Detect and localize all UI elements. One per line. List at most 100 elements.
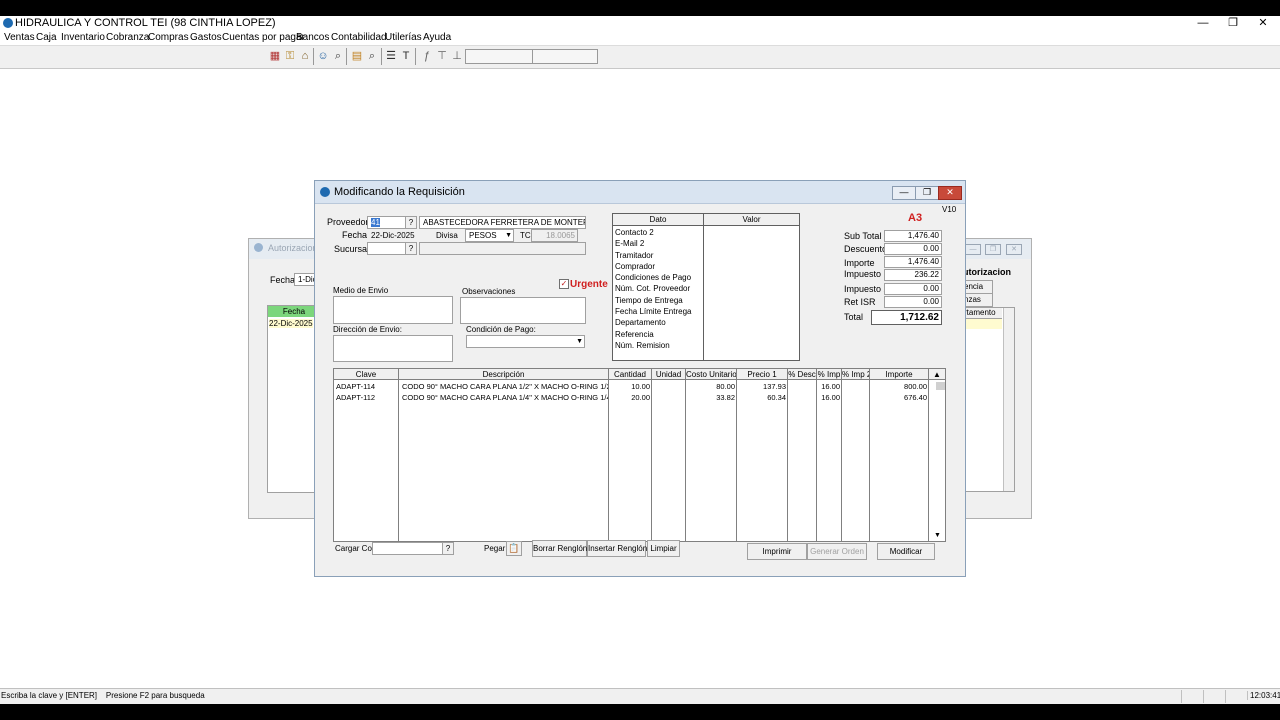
menu-contabilidad[interactable]: Contabilidad <box>331 32 387 43</box>
menu-caja[interactable]: Caja <box>36 32 57 43</box>
scrollbar-thumb[interactable] <box>936 382 945 390</box>
menu-gastos[interactable]: Gastos <box>190 32 222 43</box>
tool-icon[interactable]: ⊤ <box>435 49 449 63</box>
grid-scrollbar[interactable] <box>1003 308 1014 491</box>
insertar-renglon-button[interactable]: Insertar Renglón <box>587 540 647 557</box>
app-restore-button[interactable]: ❐ <box>1218 16 1248 31</box>
row2-cantidad[interactable]: 20.00 <box>609 392 650 403</box>
text-icon[interactable]: T <box>399 49 413 63</box>
dialog-close-button[interactable]: ✕ <box>938 186 962 200</box>
info-row-referencia[interactable]: Referencia <box>615 329 691 340</box>
minimize-icon[interactable]: — <box>965 244 981 255</box>
tool2-icon[interactable]: ⊥ <box>450 49 464 63</box>
info-row-tramitador[interactable]: Tramitador <box>615 250 691 261</box>
borrar-renglon-button[interactable]: Borrar Renglón <box>532 540 587 557</box>
col-header-precio1[interactable]: Precio 1 <box>737 369 788 380</box>
proveedor-search-button[interactable]: ? <box>405 216 417 229</box>
menu-inventario[interactable]: Inventario <box>61 32 105 43</box>
modificar-button[interactable]: Modificar <box>877 543 935 560</box>
info-row-departamento[interactable]: Departamento <box>615 317 691 328</box>
generar-orden-button[interactable]: Generar Orden <box>807 543 867 560</box>
info-row-tiempo-entrega[interactable]: Tiempo de Entrega <box>615 295 691 306</box>
col-header-imp2[interactable]: % Imp 2 <box>842 369 870 380</box>
col-header-unidad[interactable]: Unidad <box>652 369 686 380</box>
row2-importe[interactable]: 676.40 <box>870 392 927 403</box>
app-minimize-button[interactable]: — <box>1188 16 1218 31</box>
dialog-minimize-button[interactable]: — <box>892 186 916 200</box>
row2-unidad[interactable] <box>652 392 684 403</box>
row1-imp2[interactable] <box>842 381 868 392</box>
row1-clave[interactable]: ADAPT-114 <box>336 381 398 392</box>
col-header-descripcion[interactable]: Descripción <box>399 369 609 380</box>
row2-clave[interactable]: ADAPT-112 <box>336 392 398 403</box>
row2-imp2[interactable] <box>842 392 868 403</box>
tab-nzas[interactable]: nzas <box>963 293 993 307</box>
toolbar-field-2[interactable] <box>532 49 598 64</box>
sucursal-search-button[interactable]: ? <box>405 242 417 255</box>
formula-icon[interactable]: ƒ <box>420 49 434 63</box>
grid-row-date[interactable]: 22-Dic-2025 <box>269 319 313 328</box>
dialog-restore-button[interactable]: ❐ <box>915 186 939 200</box>
row1-precio[interactable]: 137.93 <box>737 381 786 392</box>
toolbar-field-1[interactable] <box>465 49 533 64</box>
close-icon[interactable]: ✕ <box>1006 244 1022 255</box>
menu-cobranza[interactable]: Cobranza <box>106 32 149 43</box>
row1-imp[interactable]: 16.00 <box>817 381 840 392</box>
row2-desc[interactable] <box>788 392 815 403</box>
row2-precio[interactable]: 60.34 <box>737 392 786 403</box>
direccion-envio-textarea[interactable] <box>333 335 453 362</box>
cargar-cot-field[interactable] <box>372 542 443 555</box>
search-icon[interactable]: ⌕ <box>331 49 345 63</box>
restore-icon[interactable]: ❐ <box>985 244 1001 255</box>
row1-unidad[interactable] <box>652 381 684 392</box>
col-header-desc[interactable]: % Desc <box>788 369 817 380</box>
urgente-checkbox[interactable]: ✓ <box>559 279 569 289</box>
info-row-fecha-limite[interactable]: Fecha Límite Entrega <box>615 306 691 317</box>
observaciones-textarea[interactable] <box>460 297 586 324</box>
background-window-left[interactable]: Autorizacion Fecha 1-Dic Fecha 22-Dic-20… <box>248 238 321 519</box>
scroll-down-icon[interactable]: ▼ <box>930 531 945 541</box>
paste-icon[interactable]: 📋 <box>506 541 522 556</box>
user-icon[interactable]: ☺ <box>316 49 330 63</box>
row2-imp[interactable]: 16.00 <box>817 392 840 403</box>
info-row-num-cot[interactable]: Núm. Cot. Proveedor <box>615 283 691 294</box>
col-header-imp[interactable]: % Imp <box>817 369 842 380</box>
row1-importe[interactable]: 800.00 <box>870 381 927 392</box>
info-row-comprador[interactable]: Comprador <box>615 261 691 272</box>
row1-costo[interactable]: 80.00 <box>686 381 735 392</box>
medio-envio-textarea[interactable] <box>333 296 453 324</box>
home-icon[interactable]: ⌂ <box>298 49 312 63</box>
boxes-icon[interactable]: ▤ <box>350 49 364 63</box>
proveedor-code-field[interactable]: 41 <box>367 216 408 229</box>
col-header-clave[interactable]: Clave <box>334 369 399 380</box>
grid-row-selected[interactable] <box>964 319 1002 329</box>
col-header-importe[interactable]: Importe <box>870 369 929 380</box>
imprimir-button[interactable]: Imprimir <box>747 543 807 560</box>
info-row-email2[interactable]: E-Mail 2 <box>615 238 691 249</box>
divisa-select[interactable]: PESOS ▼ <box>465 229 514 242</box>
info-row-condiciones-pago[interactable]: Condiciones de Pago <box>615 272 691 283</box>
calculator-icon[interactable]: ▦ <box>268 49 282 63</box>
row2-descripcion[interactable]: CODO 90° MACHO CARA PLANA 1/4" X MACHO O… <box>402 392 608 403</box>
col-header-cantidad[interactable]: Cantidad <box>609 369 652 380</box>
menu-utilerias[interactable]: Utilerías <box>385 32 422 43</box>
list-icon[interactable]: ☰ <box>384 49 398 63</box>
row2-costo[interactable]: 33.82 <box>686 392 735 403</box>
info-row-contacto2[interactable]: Contacto 2 <box>615 227 691 238</box>
scroll-up-icon[interactable]: ▲ <box>929 369 945 380</box>
row1-desc[interactable] <box>788 381 815 392</box>
menu-ventas[interactable]: Ventas <box>4 32 35 43</box>
zoom-icon[interactable]: ⌕ <box>365 49 379 63</box>
app-close-button[interactable]: ✕ <box>1248 16 1278 31</box>
limpiar-button[interactable]: Limpiar <box>647 540 680 557</box>
info-row-num-remision[interactable]: Núm. Remision <box>615 340 691 351</box>
key-icon[interactable]: ⚿ <box>283 49 297 63</box>
row1-cantidad[interactable]: 10.00 <box>609 381 650 392</box>
background-window-right[interactable]: — ❐ ✕ utorizacion encia nzas rtamento <box>962 238 1032 519</box>
menu-ayuda[interactable]: Ayuda <box>423 32 451 43</box>
fecha-field[interactable]: 22-Dic-2025 <box>367 229 418 242</box>
menu-cuentas-por-pagar[interactable]: Cuentas por pagar <box>222 32 305 43</box>
sucursal-field[interactable] <box>367 242 408 255</box>
menu-bancos[interactable]: Bancos <box>296 32 329 43</box>
col-header-costo-unitario[interactable]: Costo Unitario <box>686 369 737 380</box>
